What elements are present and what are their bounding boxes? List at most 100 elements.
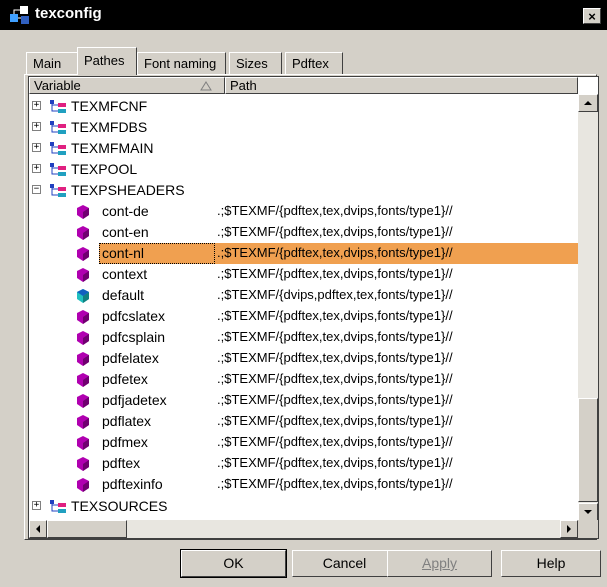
tree-row-child[interactable]: pdfcslatex .;$TEXMF/{pdftex,tex,dvips,fon… [29, 306, 579, 327]
cyan-gem-icon [77, 289, 89, 303]
tree-row-child[interactable]: context .;$TEXMF/{pdftex,tex,dvips,fonts/… [29, 264, 579, 285]
vertical-scrollbar[interactable] [578, 94, 598, 521]
scroll-left-button[interactable] [29, 520, 47, 538]
sort-triangle-icon [200, 81, 212, 91]
scroll-up-button[interactable] [578, 94, 598, 112]
variable-path: .;$TEXMF/{pdftex,tex,dvips,fonts/type1}/… [217, 308, 453, 323]
magenta-gem-icon [77, 373, 89, 387]
variable-path: .;$TEXMF/{pdftex,tex,dvips,fonts/type1}/… [217, 224, 453, 239]
expand-plus-icon[interactable]: + [32, 101, 41, 110]
tree-row-child[interactable]: pdfmex .;$TEXMF/{pdftex,tex,dvips,fonts/t… [29, 432, 579, 453]
button-label: Cancel [322, 555, 367, 571]
app-icon [10, 6, 29, 24]
tab-font-naming[interactable]: Font naming [137, 52, 226, 74]
tab-label: Main [33, 56, 62, 71]
button-label: OK [223, 555, 244, 571]
magenta-gem-icon [77, 310, 89, 324]
expand-plus-icon[interactable]: + [32, 122, 41, 131]
variable-name: cont-de [102, 203, 149, 219]
variable-path: .;$TEXMF/{pdftex,tex,dvips,fonts/type1}/… [217, 329, 453, 344]
vertical-scroll-thumb[interactable] [578, 398, 598, 502]
group-name: TEXMFMAIN [71, 140, 154, 156]
variable-path: .;$TEXMF/{pdftex,tex,dvips,fonts/type1}/… [217, 371, 453, 386]
tree-row-child[interactable]: cont-en .;$TEXMF/{pdftex,tex,dvips,fonts/… [29, 222, 579, 243]
tree-row-child[interactable]: pdflatex .;$TEXMF/{pdftex,tex,dvips,fonts… [29, 411, 579, 432]
tab-pathes[interactable]: Pathes [77, 47, 137, 75]
variable-name: pdfetex [102, 371, 148, 387]
variable-path: .;$TEXMF/{pdftex,tex,dvips,fonts/type1}/… [217, 413, 453, 428]
magenta-gem-icon [77, 478, 89, 492]
tree-row-texpsheaders[interactable]: − TEXPSHEADERS [29, 180, 579, 201]
scroll-down-button[interactable] [578, 503, 598, 521]
column-header-variable[interactable]: Variable [29, 77, 225, 94]
variable-path: .;$TEXMF/{pdftex,tex,dvips,fonts/type1}/… [217, 434, 453, 449]
group-node-icon [50, 100, 66, 113]
tree-row-texmfcnf[interactable]: + TEXMFCNF [29, 96, 579, 117]
column-label: Path [230, 78, 257, 93]
magenta-gem-icon [77, 247, 89, 261]
magenta-gem-icon [77, 436, 89, 450]
button-label: Help [536, 555, 566, 571]
tree-row-texsources[interactable]: + TEXSOURCES [29, 496, 579, 517]
tree-row-texpool[interactable]: + TEXPOOL [29, 159, 579, 180]
variable-name: context [102, 266, 148, 282]
tree-row-child[interactable]: pdfelatex .;$TEXMF/{pdftex,tex,dvips,font… [29, 348, 579, 369]
help-button[interactable]: Help [501, 550, 601, 577]
tree-row-child[interactable]: default .;$TEXMF/{dvips,pdftex,tex,fonts/… [29, 285, 579, 306]
tree-row-texmfmain[interactable]: + TEXMFMAIN [29, 138, 579, 159]
ok-button[interactable]: OK [180, 549, 287, 578]
expand-plus-icon[interactable]: + [32, 501, 41, 510]
column-label: Variable [34, 78, 81, 93]
variable-path: .;$TEXMF/{pdftex,tex,dvips,fonts/type1}/… [217, 455, 453, 470]
tree-row-child[interactable]: pdftexinfo .;$TEXMF/{pdftex,tex,dvips,fon… [29, 474, 579, 495]
group-name: TEXPSHEADERS [71, 182, 185, 198]
variable-path: .;$TEXMF/{pdftex,tex,dvips,fonts/type1}/… [217, 392, 453, 407]
magenta-gem-icon [77, 457, 89, 471]
variable-name: default [102, 287, 145, 303]
magenta-gem-icon [77, 415, 89, 429]
group-name: TEXMFCNF [71, 98, 148, 114]
variable-tree-list[interactable]: Variable Path + TEXMFCNF + TEXMFDBS + TE… [28, 76, 599, 539]
group-node-icon [50, 121, 66, 134]
variable-path: .;$TEXMF/{dvips,pdftex,tex,fonts/type1}/… [217, 287, 453, 302]
variable-name: cont-en [102, 224, 149, 240]
variable-name: pdftex [102, 455, 141, 471]
variable-path: .;$TEXMF/{pdftex,tex,dvips,fonts/type1}/… [217, 203, 453, 218]
window-title: texconfig [35, 5, 102, 22]
tab-main[interactable]: Main [26, 52, 79, 74]
horizontal-scrollbar[interactable] [29, 520, 578, 538]
tree-row-child[interactable]: pdfcsplain .;$TEXMF/{pdftex,tex,dvips,fon… [29, 327, 579, 348]
magenta-gem-icon [77, 226, 89, 240]
expand-plus-icon[interactable]: + [32, 164, 41, 173]
group-node-icon [50, 184, 66, 197]
variable-path: .;$TEXMF/{pdftex,tex,dvips,fonts/type1}/… [217, 245, 453, 260]
collapse-minus-icon[interactable]: − [32, 185, 41, 194]
variable-name: pdfmex [102, 434, 148, 450]
column-header-path[interactable]: Path [225, 77, 578, 94]
tree-row-child[interactable]: cont-nl .;$TEXMF/{pdftex,tex,dvips,fonts/… [29, 243, 579, 264]
arrow-down-icon [584, 510, 592, 514]
tab-pdftex[interactable]: Pdftex [285, 52, 343, 74]
tab-label: Pathes [84, 53, 125, 68]
tab-sizes[interactable]: Sizes [229, 52, 282, 74]
group-name: TEXMFDBS [71, 119, 148, 135]
group-name: TEXSOURCES [71, 498, 168, 514]
scroll-corner [578, 520, 598, 538]
close-button[interactable]: × [583, 8, 601, 24]
tree-row-child[interactable]: cont-de .;$TEXMF/{pdftex,tex,dvips,fonts/… [29, 201, 579, 222]
tree-row-child[interactable]: pdfetex .;$TEXMF/{pdftex,tex,dvips,fonts/… [29, 369, 579, 390]
variable-path: .;$TEXMF/{pdftex,tex,dvips,fonts/type1}/… [217, 266, 453, 281]
arrow-left-icon [36, 525, 40, 533]
tree-row-child[interactable]: pdfjadetex .;$TEXMF/{pdftex,tex,dvips,fon… [29, 390, 579, 411]
apply-button[interactable]: Apply [387, 550, 492, 577]
variable-path: .;$TEXMF/{pdftex,tex,dvips,fonts/type1}/… [217, 476, 453, 491]
tree-row-texmfdbs[interactable]: + TEXMFDBS [29, 117, 579, 138]
scroll-right-button[interactable] [560, 520, 578, 538]
cancel-button[interactable]: Cancel [292, 550, 397, 577]
tree-row-child[interactable]: pdftex .;$TEXMF/{pdftex,tex,dvips,fonts/t… [29, 453, 579, 474]
horizontal-scroll-thumb[interactable] [47, 520, 127, 538]
variable-name: pdftexinfo [102, 476, 163, 492]
expand-plus-icon[interactable]: + [32, 143, 41, 152]
group-node-icon [50, 142, 66, 155]
variable-name: pdfelatex [102, 350, 159, 366]
